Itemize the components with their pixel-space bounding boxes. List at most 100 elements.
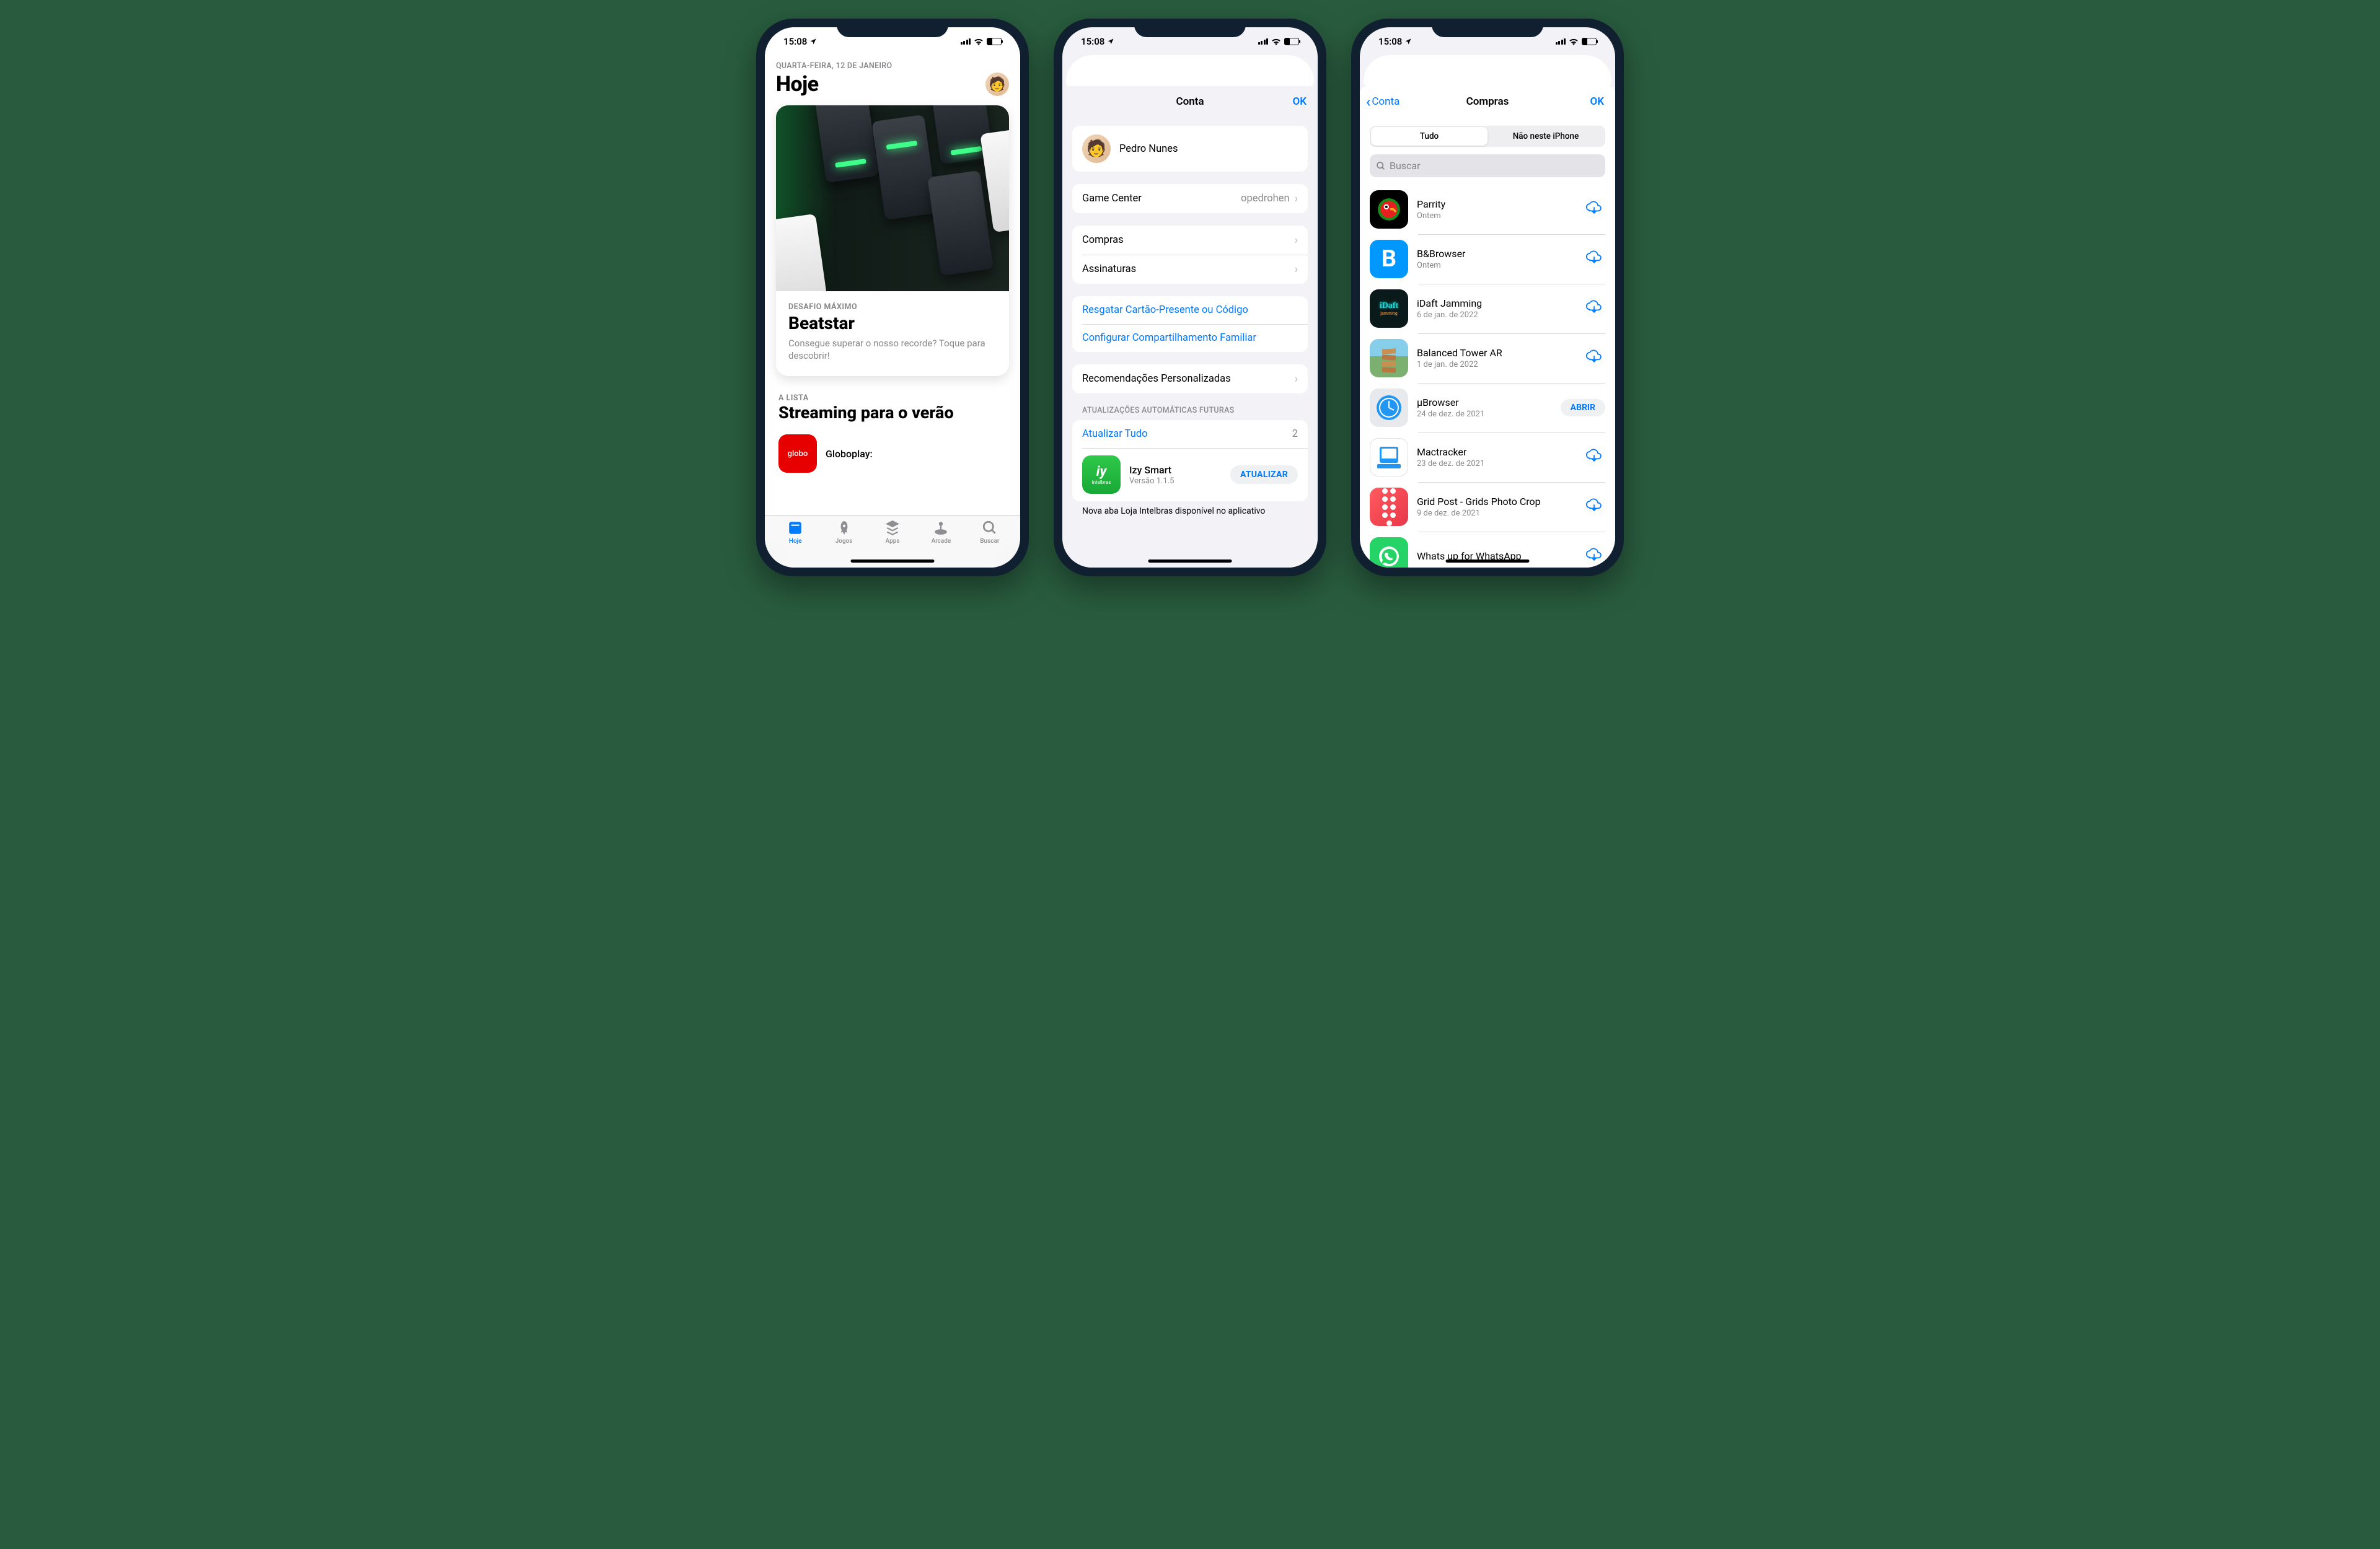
app-icon-gridpost [1370,488,1408,526]
purchase-row[interactable]: iDaftjamming iDaft Jamming 6 de jan. de … [1370,284,1605,333]
purchase-app-date: Ontem [1417,211,1574,221]
today-date: QUARTA-FEIRA, 12 DE JANEIRO [776,61,1009,71]
app-icon-izy: iy intelbras [1082,455,1121,494]
purchase-app-date: 23 de dez. de 2021 [1417,459,1574,468]
purchase-row[interactable]: Parrity Ontem [1370,185,1605,234]
segment-nao-neste-iphone[interactable]: Não neste iPhone [1488,127,1604,146]
update-count: 2 [1292,428,1298,440]
rocket-icon [835,520,853,536]
location-icon [809,38,817,45]
battery-icon [987,38,1002,45]
home-indicator[interactable] [851,559,935,563]
featured-eyebrow: DESAFIO MÁXIMO [788,302,997,312]
download-button[interactable] [1583,445,1605,469]
download-button[interactable] [1583,495,1605,519]
app-icon-mactracker [1370,438,1408,476]
featured-name: Beatstar [788,313,997,333]
row-game-center[interactable]: Game Center opedrohen › [1072,184,1308,213]
account-avatar[interactable]: 🧑 [985,72,1009,96]
update-app-version: Versão 1.1.5 [1129,476,1222,486]
download-button[interactable] [1583,247,1605,271]
purchases-list: Parrity Ontem B B&Browser Ontem iDaftjam… [1370,185,1605,568]
chevron-right-icon: › [1295,192,1298,205]
featured-description: Consegue superar o nosso recorde? Toque … [788,337,997,362]
app-icon-idaft: iDaftjamming [1370,289,1408,328]
app-icon-parrity [1370,190,1408,229]
battery-icon [1284,38,1299,45]
row-configurar-familiar[interactable]: Configurar Compartilhamento Familiar [1072,324,1308,352]
list-title: Streaming para o verão [778,404,1007,423]
app-icon-ubrowser [1370,388,1408,427]
search-input[interactable]: Buscar [1370,154,1605,177]
update-all-button[interactable]: Atualizar Tudo [1082,428,1148,440]
download-button[interactable] [1583,545,1605,568]
status-time: 15:08 [1081,36,1104,47]
wifi-icon [1271,38,1281,45]
search-icon [981,520,998,536]
chevron-left-icon: ‹ [1366,94,1370,109]
profile-row[interactable]: 🧑 Pedro Nunes [1072,126,1308,172]
app-icon-whatsup [1370,537,1408,568]
update-description: Nova aba Loja Intelbras disponível no ap… [1072,506,1308,516]
featured-card-beatstar[interactable]: DESAFIO MÁXIMO Beatstar Consegue superar… [776,105,1009,376]
purchase-app-name: Parrity [1417,198,1574,210]
signal-icon [1258,38,1269,45]
row-resgatar[interactable]: Resgatar Cartão-Presente ou Código [1072,296,1308,324]
tab-hoje[interactable]: Hoje [771,520,819,568]
purchase-app-name: Balanced Tower AR [1417,347,1574,359]
profile-name: Pedro Nunes [1119,143,1178,155]
open-button[interactable]: ABRIR [1561,399,1605,416]
arcade-icon [932,520,950,536]
list-card[interactable]: A LISTA Streaming para o verão globo Glo… [776,393,1009,473]
purchase-app-name: iDaft Jamming [1417,297,1574,309]
purchase-app-name: μBrowser [1417,397,1552,408]
updates-caption: ATUALIZAÇÕES AUTOMÁTICAS FUTURAS [1072,406,1308,420]
download-button[interactable] [1583,346,1605,370]
featured-image [776,105,1009,291]
sheet-header: Conta OK [1062,86,1318,117]
purchase-row[interactable]: Balanced Tower AR 1 de jan. de 2022 [1370,333,1605,383]
battery-icon [1582,38,1597,45]
chevron-right-icon: › [1295,372,1298,385]
sheet-header: ‹Conta Compras OK [1360,86,1615,117]
location-icon [1107,38,1114,45]
purchase-row[interactable]: B B&Browser Ontem [1370,234,1605,284]
purchase-app-date: 24 de dez. de 2021 [1417,410,1552,419]
chevron-right-icon: › [1295,263,1298,276]
chevron-right-icon: › [1295,234,1298,247]
app-icon-balanced [1370,339,1408,377]
tab-buscar[interactable]: Buscar [966,520,1014,568]
wifi-icon [974,38,984,45]
app-icon-bbrowser: B [1370,240,1408,278]
home-indicator[interactable] [1148,559,1232,563]
app-name: Globoplay: [826,448,1007,460]
sheet-title: Compras [1466,95,1509,108]
purchase-row[interactable]: μBrowser 24 de dez. de 2021 ABRIR [1370,383,1605,432]
ok-button[interactable]: OK [1293,95,1307,108]
signal-icon [961,38,971,45]
download-button[interactable] [1583,198,1605,221]
signal-icon [1556,38,1566,45]
row-assinaturas[interactable]: Assinaturas › [1072,255,1308,284]
purchase-row[interactable]: Mactracker 23 de dez. de 2021 [1370,432,1605,482]
back-button[interactable]: ‹Conta [1366,94,1399,109]
search-icon [1376,161,1386,171]
purchase-app-name: B&Browser [1417,248,1574,260]
segment-tudo[interactable]: Tudo [1371,127,1488,146]
sheet-title: Conta [1176,95,1204,108]
row-compras[interactable]: Compras › [1072,226,1308,255]
list-eyebrow: A LISTA [778,393,1007,403]
download-button[interactable] [1583,297,1605,320]
update-button[interactable]: ATUALIZAR [1230,465,1298,484]
ok-button[interactable]: OK [1590,95,1605,108]
purchase-row[interactable]: Grid Post - Grids Photo Crop 9 de dez. d… [1370,482,1605,532]
status-time: 15:08 [1378,36,1402,47]
today-icon [787,520,804,536]
location-icon [1404,38,1412,45]
search-placeholder: Buscar [1390,160,1421,172]
purchase-app-date: Ontem [1417,261,1574,270]
home-indicator[interactable] [1446,559,1530,563]
update-row-izy-smart[interactable]: iy intelbras Izy Smart Versão 1.1.5 ATUA… [1072,448,1308,501]
wifi-icon [1569,38,1579,45]
row-recomendacoes[interactable]: Recomendações Personalizadas › [1072,364,1308,393]
